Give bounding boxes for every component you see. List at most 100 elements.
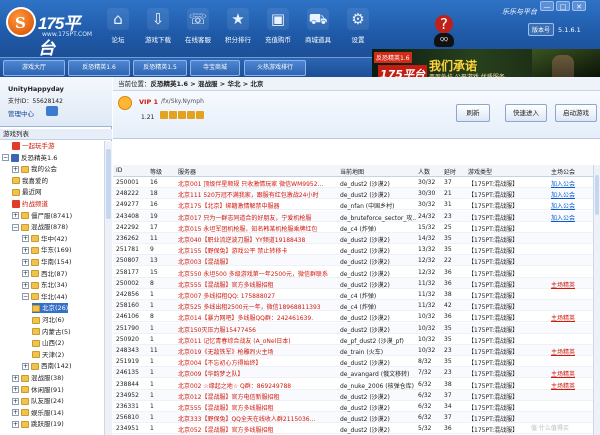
- maximize-button[interactable]: □: [556, 1, 570, 11]
- column-header[interactable]: 服务器: [178, 167, 196, 176]
- refresh-button[interactable]: 刷新: [456, 104, 490, 122]
- table-row[interactable]: 250001 16 北京001 顶级伴星顺规 只收激情玩家 微信WM9952... d…: [113, 177, 593, 188]
- expand-icon[interactable]: +: [12, 212, 19, 220]
- tree-item[interactable]: 河北(6): [32, 315, 64, 325]
- tree-item[interactable]: + 华中(42): [22, 234, 67, 244]
- nav-service-button[interactable]: ☏ 在线客服: [178, 6, 218, 52]
- tree-item[interactable]: + 我的公会: [12, 164, 57, 174]
- tree-item[interactable]: + 娱乐服(14): [12, 408, 64, 418]
- table-row[interactable]: 234951 1 北京052【混战服】官方多线服招租 de_dust2 (沙漠2) 5/…: [113, 423, 593, 435]
- version-button[interactable]: 版本号: [528, 23, 555, 36]
- table-row[interactable]: 242856 1 北京007 多线招租QQ: 175888027 de_c4 (炸弹)…: [113, 289, 593, 300]
- guild-link[interactable]: 加入公会: [551, 179, 593, 188]
- tree-item[interactable]: + 跳跃服(19): [12, 419, 64, 429]
- collapse-icon[interactable]: −: [12, 223, 19, 231]
- guild-link[interactable]: 加入公会: [551, 190, 593, 199]
- table-row[interactable]: 250002 8 北京555【混战服】官方多线服招租 de_dust2 (沙漠2) 11…: [113, 277, 593, 289]
- tree-item[interactable]: 约战频道: [12, 199, 48, 209]
- table-row[interactable]: 248343 11 北京019《无敌铁军》枪雕烈火主场 de_train (火车) 10…: [113, 345, 593, 356]
- table-row[interactable]: 246106 8 北京014【暴力网吧】多线服QQ群：242461639. de_du…: [113, 311, 593, 323]
- table-row[interactable]: 251919 1 北京004【不忘初心方得始终】 de_dust2 (沙漠2) 8/32…: [113, 356, 593, 368]
- tree-item[interactable]: + 混战服(38): [12, 373, 64, 383]
- tree-item[interactable]: − 混战服(878): [12, 222, 68, 232]
- expand-icon[interactable]: +: [12, 374, 19, 382]
- close-button[interactable]: ✕: [572, 1, 586, 11]
- tree-scroll-thumb[interactable]: [106, 149, 111, 219]
- table-row[interactable]: 236331 1 北京555【混战服】官方多线服招租 de_dust2 (沙漠2) 6/…: [113, 401, 593, 412]
- table-row[interactable]: 249277 16 北京175【北京】绑籍激情解禁中服器 de_nfan (中国乡村)…: [113, 199, 593, 211]
- qq-penguin-icon[interactable]: ? QQ: [430, 15, 458, 49]
- tree-item[interactable]: + 华南(154): [22, 257, 71, 267]
- guild-link[interactable]: 主场精英: [551, 313, 593, 322]
- nav-download-button[interactable]: ⇩ 游戏下载: [138, 6, 178, 52]
- table-row[interactable]: 251790 1 北京150灭压力服15477456 de_dust2 (沙漠2) 10…: [113, 322, 593, 334]
- table-row[interactable]: 242292 17 北京015 永坦军团机枪服，知名韩某机枪服乘牌红包 de_c4 (…: [113, 222, 593, 233]
- manage-center-icon[interactable]: [46, 106, 58, 116]
- table-row[interactable]: 243408 19 北京017 只为一群志同道合的好朋友，宁爱机枪服 de_brute…: [113, 210, 593, 222]
- table-scrollbar[interactable]: [593, 165, 600, 435]
- sub-tab-0[interactable]: 游戏大厅: [3, 60, 65, 76]
- sub-tab-4[interactable]: 火热游戏排行: [244, 60, 306, 76]
- table-row[interactable]: 234952 1 北京012【混战服】官方电信新服招租 de_dust2 (沙漠2) 6…: [113, 389, 593, 401]
- tree-item[interactable]: − 华北(44): [22, 292, 67, 302]
- tree-item[interactable]: + 休闲服(91): [12, 385, 64, 395]
- expand-icon[interactable]: +: [22, 258, 29, 266]
- expand-icon[interactable]: +: [12, 165, 19, 173]
- sub-tab-1[interactable]: 反恐精英1.6: [68, 60, 130, 76]
- table-row[interactable]: 256810 1 北京333【野保兔】QQ全天在线收人群2115036... de_d…: [113, 412, 593, 424]
- expand-icon[interactable]: +: [22, 270, 29, 278]
- manage-center-link[interactable]: 管理中心: [8, 108, 34, 118]
- guild-link[interactable]: 加入公会: [551, 213, 593, 222]
- start-game-button[interactable]: 启动游戏: [555, 104, 597, 122]
- table-row[interactable]: 250807 13 北京003【混战服】 de_dust2 (沙漠2) 12/32 22 【…: [113, 255, 593, 267]
- tree-item[interactable]: + 西南(142): [22, 361, 71, 371]
- nav-gear-button[interactable]: ⚙ 设置: [338, 6, 378, 52]
- nav-wallet-button[interactable]: ▣ 充值购币: [258, 6, 298, 52]
- expand-icon[interactable]: +: [12, 409, 19, 417]
- nav-home-button[interactable]: ⌂ 论坛: [98, 6, 138, 52]
- column-header[interactable]: 当前地图: [340, 167, 364, 176]
- table-row[interactable]: 238844 1 北京002 ☆缘起之地☆ Q群：869249788 de_nuke_…: [113, 379, 593, 390]
- guild-link[interactable]: 加入公会: [551, 201, 593, 210]
- column-header[interactable]: 延时: [444, 167, 456, 176]
- expand-icon[interactable]: +: [12, 420, 19, 428]
- tree-item[interactable]: 山西(2): [32, 338, 64, 348]
- table-row[interactable]: 246135 1 北京009【华韵梦之队】 de_avangard (俄文移转) 7/3…: [113, 367, 593, 379]
- tree-item[interactable]: + 僵尸服(8741): [12, 211, 72, 221]
- guild-link[interactable]: 主场精英: [551, 280, 593, 289]
- expand-icon[interactable]: +: [22, 235, 29, 243]
- tree-item[interactable]: 最近网: [12, 187, 42, 197]
- tree-item[interactable]: 我喜爱的: [12, 176, 48, 186]
- tree-item[interactable]: 北京(26): [32, 303, 69, 314]
- column-header[interactable]: 游戏类型: [468, 167, 492, 176]
- tree-scrollbar[interactable]: [104, 141, 112, 435]
- expand-icon[interactable]: +: [12, 397, 19, 405]
- table-row[interactable]: 258177 15 北京550 永坦500 多级游戏第一年2500元，微信群联系 de…: [113, 267, 593, 278]
- sub-tab-2[interactable]: 反恐精英1.5: [133, 60, 187, 76]
- tree-item[interactable]: + 西北(87): [22, 269, 67, 279]
- tree-item[interactable]: + 华东(169): [22, 245, 71, 255]
- quick-join-button[interactable]: 快速进入: [505, 104, 547, 122]
- column-header[interactable]: ID: [116, 167, 122, 174]
- guild-link[interactable]: 主场精英: [551, 347, 593, 356]
- expand-icon[interactable]: +: [22, 362, 29, 370]
- table-row[interactable]: 258160 1 北京525 多线出租2500元一年，微信18968811393 de…: [113, 300, 593, 312]
- expand-icon[interactable]: +: [22, 281, 29, 289]
- guild-link[interactable]: 主场精英: [551, 369, 593, 378]
- tree-item[interactable]: − 反恐精英1.6: [2, 153, 57, 163]
- tree-item[interactable]: 内蒙古(5): [32, 327, 71, 337]
- column-header[interactable]: 主场公会: [551, 167, 575, 176]
- guild-link[interactable]: 主场精英: [551, 381, 593, 390]
- expand-icon[interactable]: +: [22, 246, 29, 254]
- expand-icon[interactable]: +: [12, 386, 19, 394]
- collapse-icon[interactable]: −: [22, 293, 29, 301]
- column-header[interactable]: 等级: [150, 167, 162, 176]
- table-row[interactable]: 250920 1 北京011 记忆青春综合战友 (A_oNel日本) de_pf_du…: [113, 334, 593, 345]
- nav-star-button[interactable]: ★ 积分排行: [218, 6, 258, 52]
- tree-item[interactable]: + 队友服(24): [12, 396, 64, 406]
- tree-item[interactable]: + 东北(34): [22, 280, 67, 290]
- tree-item[interactable]: 天津(2): [32, 350, 64, 360]
- table-scroll-thumb[interactable]: [595, 175, 599, 215]
- minimize-button[interactable]: —: [540, 1, 554, 11]
- collapse-icon[interactable]: −: [2, 154, 9, 162]
